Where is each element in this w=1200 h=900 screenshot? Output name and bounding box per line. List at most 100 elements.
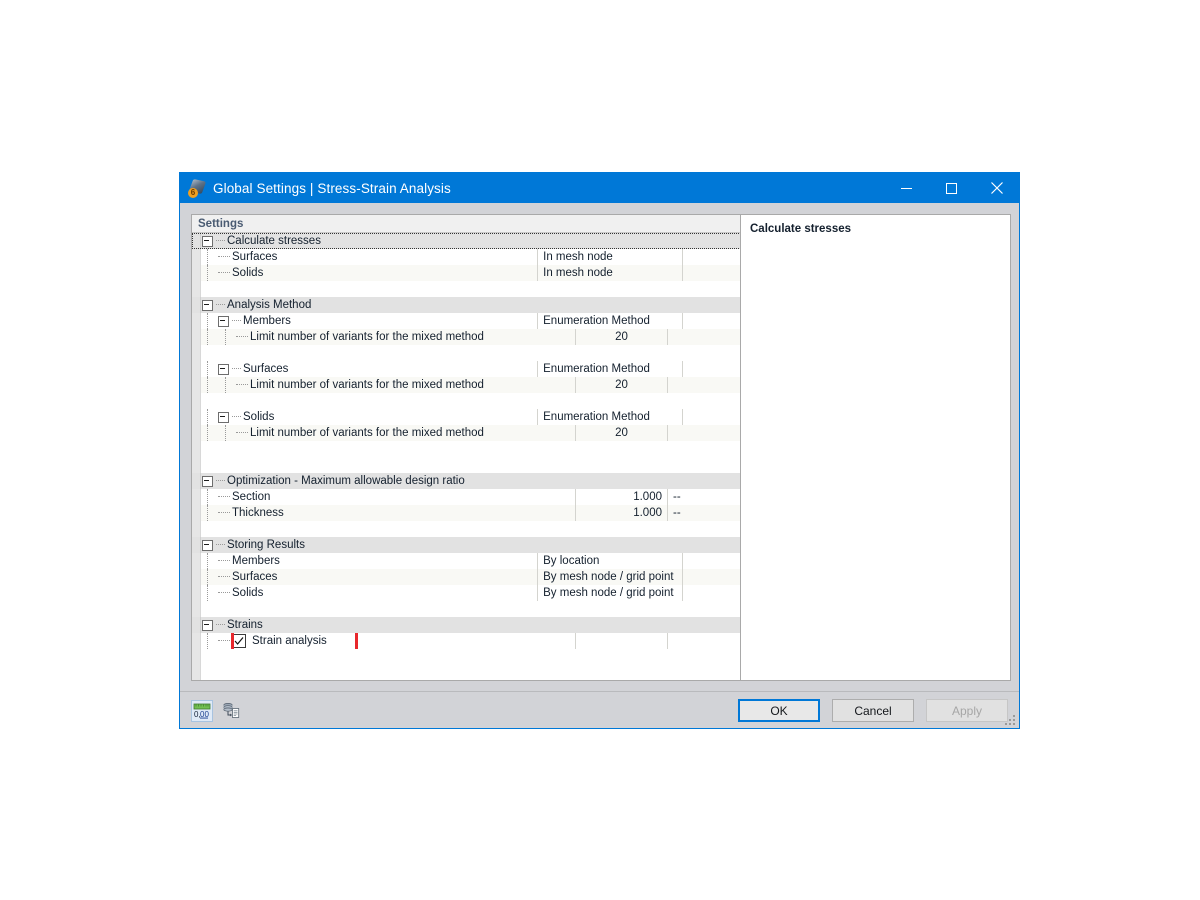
- tree-item-label: Strain analysis: [252, 635, 327, 647]
- tree-group-row[interactable]: Calculate stresses: [192, 233, 741, 249]
- tree-value-cell[interactable]: 20: [575, 377, 667, 393]
- tree-name-cell: Solids: [192, 265, 537, 281]
- tree-value-cell[interactable]: Enumeration Method: [537, 361, 682, 377]
- tree-item-row[interactable]: Surfaces In mesh node: [192, 249, 741, 265]
- tree-collapse-icon[interactable]: [202, 539, 213, 551]
- tree-value-cell: [575, 521, 667, 537]
- settings-tree-panel[interactable]: Settings Calculate stresses Surfaces In me…: [191, 214, 742, 681]
- tree-group-row[interactable]: Analysis Method: [192, 297, 741, 313]
- tree-value-text: 1.000: [633, 491, 662, 503]
- tree-item-row[interactable]: Surfaces Enumeration Method: [192, 361, 741, 377]
- tree-guide-line: [207, 409, 208, 425]
- tree-connector: [218, 592, 230, 594]
- tree-name-cell: [192, 457, 575, 473]
- cancel-button[interactable]: Cancel: [832, 699, 914, 722]
- tree-value-cell: [575, 345, 667, 361]
- tree-value-text: Enumeration Method: [543, 315, 650, 327]
- tree-collapse-icon[interactable]: [202, 619, 213, 631]
- tree-value-text: 20: [615, 427, 628, 439]
- tree-guide-line: [207, 377, 208, 393]
- tree-item-label: Limit number of variants for the mixed m…: [250, 331, 484, 343]
- tree-item-row[interactable]: Limit number of variants for the mixed m…: [192, 425, 741, 441]
- tree-item-row[interactable]: Members By location: [192, 553, 741, 569]
- tree-value-cell[interactable]: 1.000: [575, 505, 667, 521]
- tree-connector: [218, 640, 230, 642]
- tree-connector: [218, 512, 230, 514]
- tree-unit-cell: [667, 649, 732, 665]
- database-export-icon[interactable]: [220, 700, 242, 722]
- maximize-button[interactable]: [929, 173, 974, 203]
- tree-unit-cell: [682, 409, 741, 425]
- strain-analysis-checkbox[interactable]: [232, 634, 246, 648]
- tree-collapse-icon[interactable]: [202, 299, 213, 311]
- apply-button: Apply: [926, 699, 1008, 722]
- tree-value-text: 20: [615, 379, 628, 391]
- decimal-places-icon[interactable]: 0, 00: [191, 700, 213, 722]
- tree-value-cell[interactable]: Enumeration Method: [537, 313, 682, 329]
- tree-value-cell: [575, 649, 667, 665]
- tree-value-text: In mesh node: [543, 267, 613, 279]
- checkmark-icon: [234, 637, 244, 645]
- tree-item-row[interactable]: Limit number of variants for the mixed m…: [192, 377, 741, 393]
- tree-collapse-icon[interactable]: [218, 315, 229, 327]
- tree-unit-cell: --: [667, 505, 732, 521]
- tree-name-cell: Strain analysis: [192, 633, 575, 649]
- tree-value-cell[interactable]: 20: [575, 329, 667, 345]
- tree-collapse-icon[interactable]: [202, 235, 213, 247]
- ok-button[interactable]: OK: [738, 699, 820, 722]
- tree-guide-line: [207, 505, 208, 521]
- tree-connector: [218, 496, 230, 498]
- tree-item-row[interactable]: Surfaces By mesh node / grid point: [192, 569, 741, 585]
- tree-value-cell[interactable]: In mesh node: [537, 249, 682, 265]
- tree-item-row[interactable]: Solids In mesh node: [192, 265, 741, 281]
- tree-name-cell: Analysis Method: [192, 297, 575, 313]
- tree-item-row[interactable]: Section 1.000 --: [192, 489, 741, 505]
- tree-collapse-icon[interactable]: [202, 475, 213, 487]
- tree-group-row[interactable]: Optimization - Maximum allowable design …: [192, 473, 741, 489]
- tree-value-cell[interactable]: Enumeration Method: [537, 409, 682, 425]
- tree-value-text: Enumeration Method: [543, 411, 650, 423]
- tree-item-row[interactable]: Thickness 1.000 --: [192, 505, 741, 521]
- tree-item-row[interactable]: Limit number of variants for the mixed m…: [192, 329, 741, 345]
- tree-spacer-row: [192, 281, 741, 297]
- tree-value-cell[interactable]: By location: [537, 553, 682, 569]
- tree-item-label: Section: [232, 491, 271, 503]
- tree-connector: [216, 544, 225, 546]
- tree-unit-cell: [667, 521, 732, 537]
- tree-value-cell[interactable]: In mesh node: [537, 265, 682, 281]
- tree-item-row[interactable]: Solids Enumeration Method: [192, 409, 741, 425]
- tree-value-cell[interactable]: By mesh node / grid point: [537, 569, 682, 585]
- tree-value-cell: [575, 457, 667, 473]
- global-settings-dialog: 6 Global Settings | Stress-Strain Analys…: [179, 172, 1020, 729]
- minimize-button[interactable]: [884, 173, 929, 203]
- tree-name-cell: Strains: [192, 617, 575, 633]
- tree-value-cell[interactable]: 1.000: [575, 489, 667, 505]
- tree-unit-cell: [667, 633, 732, 649]
- tree-collapse-icon[interactable]: [218, 363, 229, 375]
- tree-name-cell: Limit number of variants for the mixed m…: [192, 425, 575, 441]
- tree-item-label: Limit number of variants for the mixed m…: [250, 379, 484, 391]
- tree-collapse-icon[interactable]: [218, 411, 229, 423]
- tree-unit-cell: [682, 569, 741, 585]
- tree-name-cell: Thickness: [192, 505, 575, 521]
- tree-name-cell: Optimization - Maximum allowable design …: [192, 473, 575, 489]
- tree-unit-text: --: [673, 491, 681, 503]
- tree-unit-cell: [667, 233, 732, 249]
- tree-value-cell[interactable]: 20: [575, 425, 667, 441]
- title-bar[interactable]: 6 Global Settings | Stress-Strain Analys…: [180, 173, 1019, 203]
- close-button[interactable]: [974, 173, 1019, 203]
- tree-value-cell[interactable]: By mesh node / grid point: [537, 585, 682, 601]
- tree-value-cell: [575, 617, 667, 633]
- app-icon-version-badge: 6: [188, 188, 198, 198]
- tree-unit-cell: [667, 457, 732, 473]
- tree-group-row[interactable]: Storing Results: [192, 537, 741, 553]
- window-controls: [884, 173, 1019, 203]
- tree-checkbox-row[interactable]: Strain analysis: [192, 633, 741, 649]
- minimize-icon: [901, 187, 912, 189]
- tree-item-row[interactable]: Solids By mesh node / grid point: [192, 585, 741, 601]
- tree-unit-cell: [667, 425, 732, 441]
- resize-grip[interactable]: [1005, 715, 1015, 725]
- tree-group-row[interactable]: Strains: [192, 617, 741, 633]
- tree-item-label: Calculate stresses: [227, 235, 321, 247]
- tree-item-row[interactable]: Members Enumeration Method: [192, 313, 741, 329]
